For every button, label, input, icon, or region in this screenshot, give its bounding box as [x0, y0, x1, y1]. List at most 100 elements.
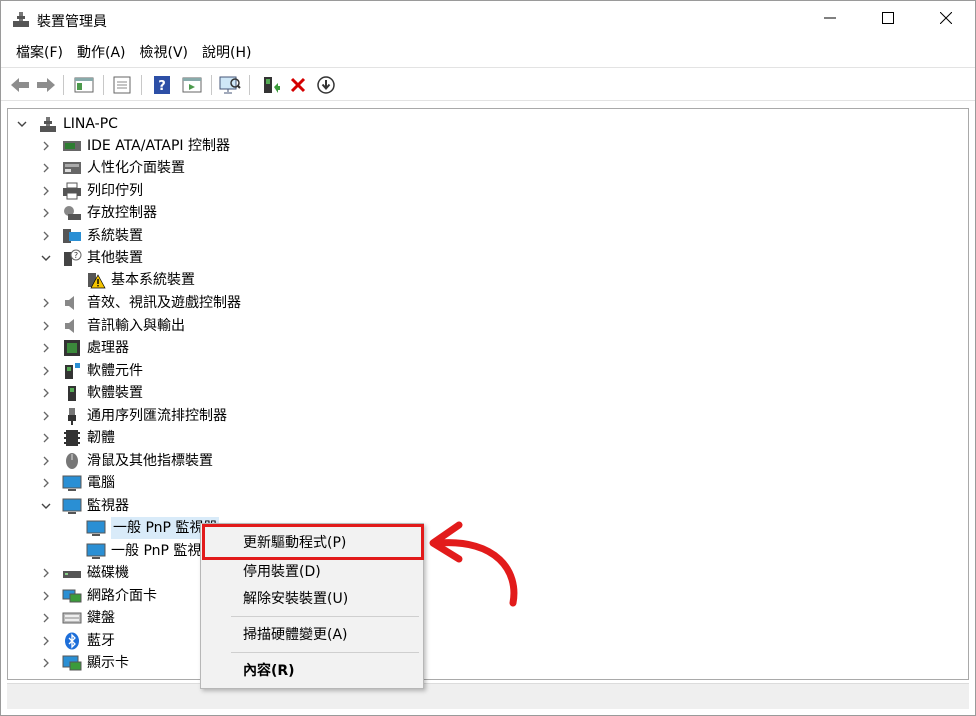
chevron-right-icon[interactable] [40, 585, 52, 607]
tree-item-label: 韌體 [87, 430, 115, 446]
back-icon[interactable] [9, 74, 31, 96]
software-component-icon [62, 362, 82, 380]
chevron-right-icon[interactable] [40, 157, 52, 179]
menu-action[interactable]: 動作(A) [70, 39, 133, 67]
tree-child-base-system-device[interactable]: 基本系統裝置 [86, 269, 195, 291]
menu-view[interactable]: 檢視(V) [133, 39, 196, 67]
help-icon[interactable]: ? [151, 74, 173, 96]
tree-item-label: 音訊輸入與輸出 [87, 318, 185, 334]
chevron-right-icon[interactable] [40, 135, 52, 157]
tree-item-usb[interactable]: 通用序列匯流排控制器 [40, 405, 227, 427]
update-driver-icon[interactable] [259, 74, 281, 96]
scan-hardware-icon[interactable] [219, 74, 241, 96]
tree-item-keyboard[interactable]: 鍵盤 [40, 607, 115, 629]
maximize-button[interactable] [859, 1, 917, 39]
title-bar: 裝置管理員 [1, 1, 975, 39]
svg-text:?: ? [74, 251, 78, 260]
speaker-icon [62, 294, 82, 312]
menu-separator [231, 616, 419, 617]
keyboard-icon [62, 609, 82, 627]
warning-device-icon [86, 271, 106, 289]
tree-item-bluetooth[interactable]: 藍牙 [40, 630, 115, 652]
disk-drive-icon [62, 564, 82, 582]
menu-item-scan-hardware[interactable]: 掃描硬體變更(A) [201, 621, 423, 649]
uninstall-icon[interactable] [287, 74, 309, 96]
close-button[interactable] [917, 1, 975, 39]
tree-item-other[interactable]: ? 其他裝置 [40, 247, 143, 269]
tree-item-disk[interactable]: 磁碟機 [40, 562, 129, 584]
tree-item-label: 處理器 [87, 340, 129, 356]
tree-item-label: 一般 PnP 監視 [111, 543, 202, 559]
tree-item-system[interactable]: 系統裝置 [40, 225, 143, 247]
chevron-right-icon[interactable] [40, 382, 52, 404]
menu-item-disable-device[interactable]: 停用裝置(D) [201, 558, 423, 586]
tree-item-label: 網路介面卡 [87, 588, 157, 604]
device-manager-window: 裝置管理員 檔案(F) 動作(A) 檢視(V) 說明(H) ? LINA-PC … [0, 0, 976, 716]
menu-bar: 檔案(F) 動作(A) 檢視(V) 說明(H) [1, 39, 975, 67]
network-adapter-icon [62, 587, 82, 605]
tree-item-network[interactable]: 網路介面卡 [40, 585, 157, 607]
monitor-icon [86, 542, 106, 560]
tree-item-label: 顯示卡 [87, 655, 129, 671]
chevron-right-icon[interactable] [40, 652, 52, 674]
chevron-right-icon[interactable] [40, 225, 52, 247]
forward-icon[interactable] [35, 74, 57, 96]
chevron-right-icon[interactable] [40, 630, 52, 652]
chevron-right-icon[interactable] [40, 405, 52, 427]
toolbar-separator [141, 75, 142, 95]
run-icon[interactable] [181, 74, 203, 96]
chevron-right-icon[interactable] [40, 337, 52, 359]
chevron-right-icon[interactable] [40, 202, 52, 224]
chevron-right-icon[interactable] [40, 180, 52, 202]
tree-child-pnp-monitor-2[interactable]: 一般 PnP 監視 [86, 540, 201, 562]
chevron-right-icon[interactable] [40, 607, 52, 629]
disable-icon[interactable] [315, 74, 337, 96]
tree-item-monitors[interactable]: 監視器 [40, 495, 129, 517]
ide-controller-icon [62, 137, 82, 155]
menu-item-properties[interactable]: 內容(R) [201, 657, 423, 685]
annotation-arrow-icon [429, 521, 518, 607]
usb-icon [62, 407, 82, 425]
chevron-right-icon[interactable] [40, 472, 52, 494]
chevron-right-icon[interactable] [40, 292, 52, 314]
minimize-button[interactable] [801, 1, 859, 39]
chevron-right-icon[interactable] [40, 360, 52, 382]
chevron-right-icon[interactable] [40, 315, 52, 337]
properties-icon[interactable] [111, 74, 133, 96]
tree-item-software-component[interactable]: 軟體元件 [40, 360, 143, 382]
tree-item-label: IDE ATA/ATAPI 控制器 [87, 138, 231, 154]
menu-item-uninstall-device[interactable]: 解除安裝裝置(U) [201, 585, 423, 613]
software-device-icon [62, 384, 82, 402]
firmware-icon [62, 429, 82, 447]
chevron-right-icon[interactable] [40, 450, 52, 472]
show-hide-console-tree-icon[interactable] [73, 74, 95, 96]
status-bar [7, 683, 969, 709]
tree-item-computer[interactable]: 電腦 [40, 472, 115, 494]
tree-root[interactable]: LINA-PC [16, 113, 118, 135]
tree-item-mouse[interactable]: 滑鼠及其他指標裝置 [40, 450, 213, 472]
chevron-down-icon[interactable] [40, 247, 52, 269]
tree-item-hid[interactable]: 人性化介面裝置 [40, 157, 185, 179]
tree-item-sound[interactable]: 音效、視訊及遊戲控制器 [40, 292, 241, 314]
tree-item-label: 基本系統裝置 [111, 272, 195, 288]
tree-item-storage[interactable]: 存放控制器 [40, 202, 157, 224]
tree-item-ide[interactable]: IDE ATA/ATAPI 控制器 [40, 135, 230, 157]
chevron-down-icon[interactable] [16, 113, 28, 135]
chevron-right-icon[interactable] [40, 427, 52, 449]
menu-separator [231, 652, 419, 653]
tree-item-processor[interactable]: 處理器 [40, 337, 129, 359]
unknown-device-icon: ? [62, 249, 82, 267]
tree-item-software-device[interactable]: 軟體裝置 [40, 382, 143, 404]
tree-item-print-queue[interactable]: 列印佇列 [40, 180, 143, 202]
chevron-down-icon[interactable] [40, 495, 52, 517]
tree-item-label: 滑鼠及其他指標裝置 [87, 453, 213, 469]
highlight-box [202, 524, 424, 560]
chevron-right-icon[interactable] [40, 562, 52, 584]
menu-help[interactable]: 說明(H) [195, 39, 258, 67]
menu-file[interactable]: 檔案(F) [9, 39, 70, 67]
tree-item-display-adapter[interactable]: 顯示卡 [40, 652, 129, 674]
tree-item-audio-io[interactable]: 音訊輸入與輸出 [40, 315, 185, 337]
tree-item-firmware[interactable]: 韌體 [40, 427, 115, 449]
svg-text:?: ? [158, 79, 166, 94]
window-title: 裝置管理員 [37, 14, 107, 30]
